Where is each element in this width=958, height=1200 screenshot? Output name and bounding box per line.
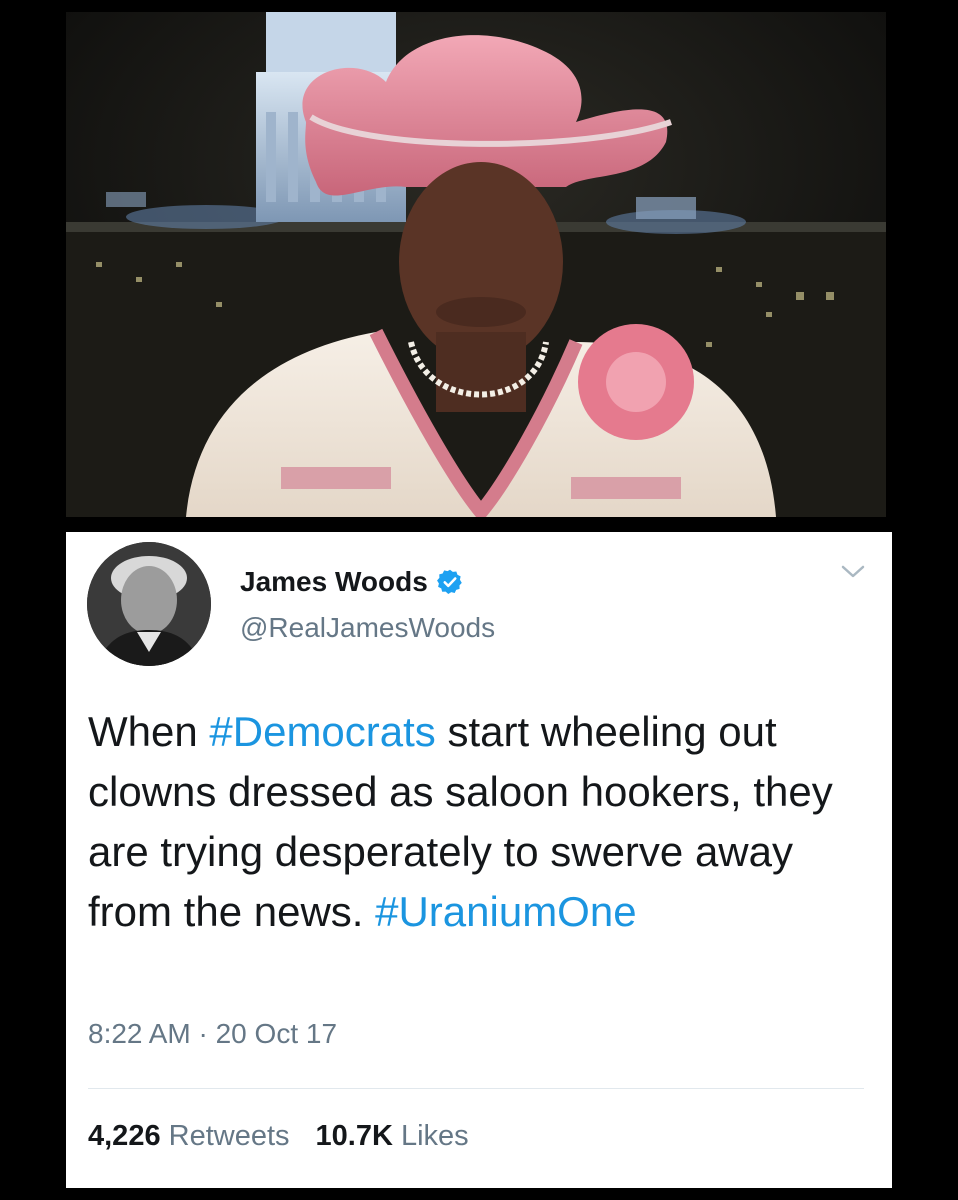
tweet-timestamp[interactable]: 8:22 AM · 20 Oct 17 — [88, 1018, 337, 1050]
tweet-text: When #Democrats start wheeling out clown… — [88, 702, 878, 942]
tweet-card: James Woods @RealJamesWoods When #Democr… — [66, 532, 892, 1188]
text-segment: When — [88, 708, 210, 755]
author-name-row[interactable]: James Woods — [240, 562, 464, 602]
hashtag-democrats[interactable]: #Democrats — [209, 708, 435, 755]
likes-label: Likes — [400, 1120, 469, 1152]
likes-count: 10.7K — [315, 1120, 393, 1152]
divider — [88, 1088, 864, 1089]
display-name[interactable]: James Woods — [240, 566, 428, 598]
tweet-photo — [66, 12, 886, 517]
tweet-stats: 4,226 Retweets 10.7K Likes — [88, 1120, 469, 1153]
avatar[interactable] — [87, 542, 211, 666]
handle[interactable]: @RealJamesWoods — [240, 612, 495, 644]
likes-stat[interactable]: 10.7K Likes — [316, 1120, 469, 1152]
hashtag-uraniumone[interactable]: #UraniumOne — [375, 888, 636, 935]
retweets-stat[interactable]: 4,226 Retweets — [88, 1120, 290, 1152]
chevron-down-icon[interactable] — [840, 562, 866, 582]
retweets-count: 4,226 — [88, 1120, 161, 1152]
verified-badge-icon — [436, 568, 464, 596]
retweets-label: Retweets — [168, 1120, 290, 1152]
